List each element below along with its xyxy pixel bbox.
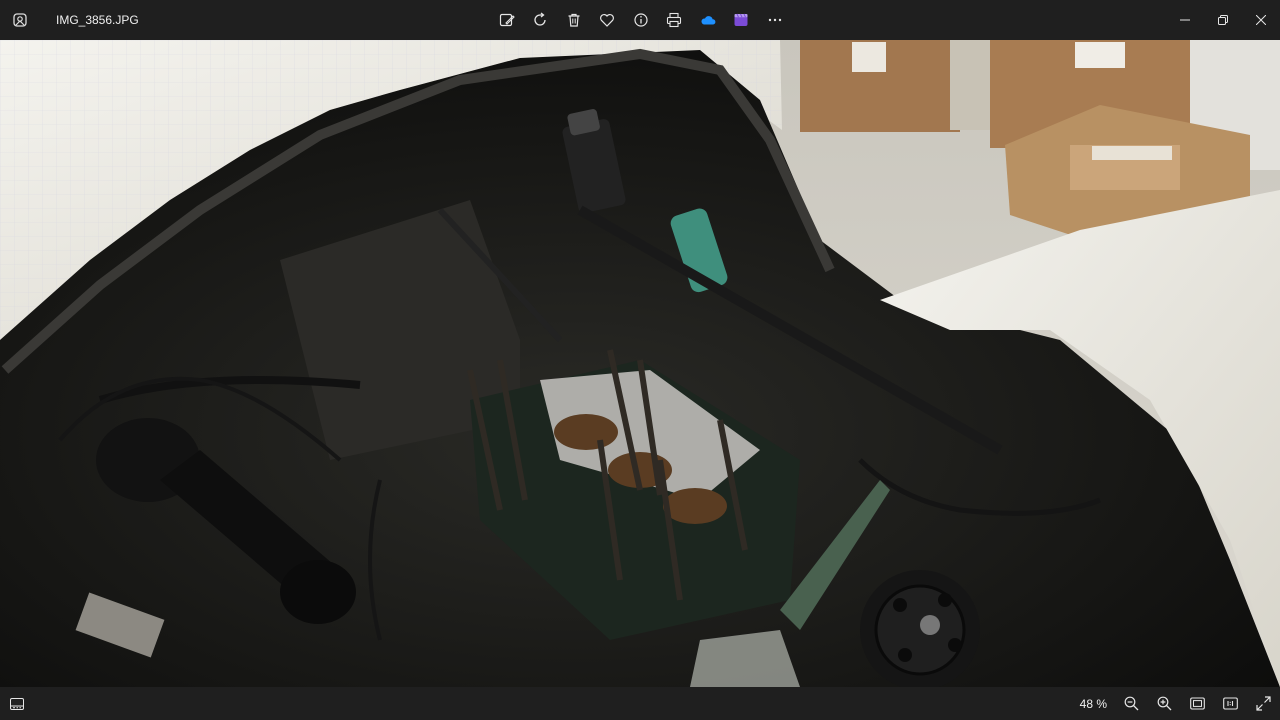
heart-icon (600, 14, 615, 27)
title-bar: IMG_3856.JPG (0, 0, 1280, 40)
zoom-level: 48 % (1079, 696, 1107, 711)
trash-icon (568, 13, 580, 27)
see-more-button[interactable] (758, 0, 792, 40)
actual-size-button[interactable] (1214, 687, 1247, 720)
full-screen-button[interactable] (1247, 687, 1280, 720)
fit-to-window-button[interactable] (1181, 687, 1214, 720)
zoom-out-icon (1124, 696, 1139, 711)
printer-icon (667, 12, 682, 28)
image-viewport[interactable] (0, 40, 1280, 687)
fit-window-icon (1190, 697, 1205, 710)
zoom-in-icon (1157, 696, 1172, 711)
file-name: IMG_3856.JPG (56, 13, 139, 27)
clipchamp-icon (734, 13, 748, 26)
status-bar: 48 % (0, 687, 1280, 720)
photos-app-window: IMG_3856.JPG 48 % (0, 0, 1280, 720)
edit-image-button[interactable] (490, 0, 524, 40)
filmstrip-toggle-button[interactable] (0, 687, 34, 720)
filmstrip-icon (10, 697, 24, 710)
zoom-in-button[interactable] (1148, 687, 1181, 720)
info-icon (634, 13, 648, 27)
actual-size-icon (1223, 697, 1238, 710)
zoom-controls: 48 % (1080, 687, 1280, 720)
delete-button[interactable] (557, 0, 591, 40)
onedrive-button[interactable] (691, 0, 725, 40)
cloud-icon (701, 16, 716, 25)
rotate-icon (534, 12, 546, 26)
file-info-button[interactable] (624, 0, 658, 40)
expand-icon (1256, 696, 1271, 711)
edit-image-icon (499, 13, 515, 27)
engine-bay-photo (0, 40, 1280, 687)
zoom-out-button[interactable] (1115, 687, 1148, 720)
minimize-button[interactable] (1166, 0, 1204, 40)
clipchamp-button[interactable] (725, 0, 759, 40)
maximize-button[interactable] (1204, 0, 1242, 40)
toolbar (490, 0, 792, 40)
more-icon (768, 18, 781, 22)
minimize-icon (1180, 19, 1190, 21)
rotate-button[interactable] (524, 0, 558, 40)
window-controls (1166, 0, 1280, 40)
print-button[interactable] (658, 0, 692, 40)
restore-icon (1218, 15, 1228, 25)
favorite-button[interactable] (591, 0, 625, 40)
close-button[interactable] (1242, 0, 1280, 40)
photos-icon (0, 0, 40, 40)
close-icon (1256, 15, 1266, 25)
